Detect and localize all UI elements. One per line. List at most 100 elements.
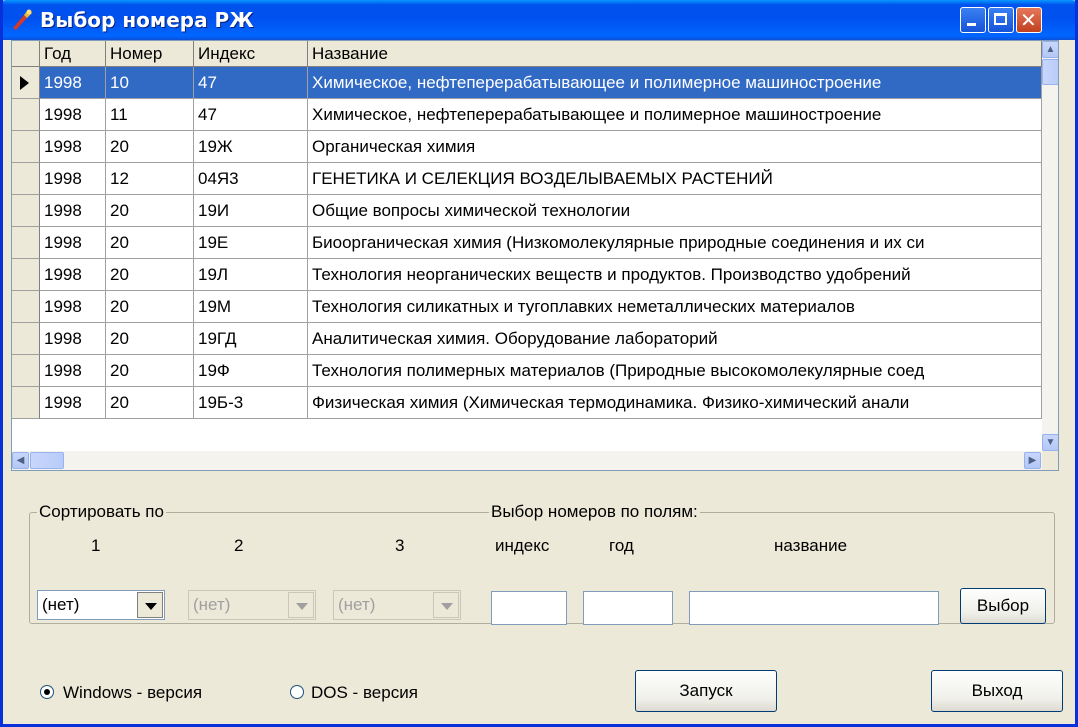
column-header-number[interactable]: Номер bbox=[106, 41, 194, 67]
row-indicator[interactable] bbox=[12, 355, 40, 387]
index-cell[interactable]: 19ГД bbox=[194, 323, 308, 355]
sort-label-2: 2 bbox=[234, 536, 244, 555]
number-cell[interactable]: 10 bbox=[106, 67, 194, 99]
row-indicator[interactable] bbox=[12, 227, 40, 259]
index-cell[interactable]: 19Е bbox=[194, 227, 308, 259]
title-cell[interactable]: Физическая химия (Химическая термодинами… bbox=[308, 387, 1042, 419]
year-cell[interactable]: 1998 bbox=[40, 387, 106, 419]
row-indicator[interactable] bbox=[12, 163, 40, 195]
dos-version-radio[interactable] bbox=[290, 685, 304, 699]
vertical-scroll-thumb[interactable] bbox=[1042, 59, 1058, 85]
row-indicator[interactable] bbox=[12, 323, 40, 355]
table-row[interactable]: 1998 20 19Е Биоорганическая химия (Низкомол… bbox=[12, 227, 1042, 259]
title-cell[interactable]: Химическое, нефтеперерабатывающее и поли… bbox=[308, 67, 1042, 99]
sort-label-3: 3 bbox=[395, 536, 405, 555]
year-cell[interactable]: 1998 bbox=[40, 323, 106, 355]
title-cell[interactable]: Технология полимерных материалов (Природ… bbox=[308, 355, 1042, 387]
year-cell[interactable]: 1998 bbox=[40, 67, 106, 99]
filter-name-input[interactable] bbox=[689, 591, 939, 625]
table-row[interactable]: 1998 20 19Ж Органическая химия bbox=[12, 131, 1042, 163]
row-indicator[interactable] bbox=[12, 387, 40, 419]
title-cell[interactable]: Технология неорганических веществ и прод… bbox=[308, 259, 1042, 291]
sort-select-1[interactable]: (нет) bbox=[37, 590, 165, 620]
exit-button[interactable]: Выход bbox=[931, 670, 1063, 712]
sort-select-2-value: (нет) bbox=[193, 595, 231, 614]
row-indicator[interactable] bbox=[12, 259, 40, 291]
year-cell[interactable]: 1998 bbox=[40, 163, 106, 195]
maximize-button[interactable] bbox=[988, 7, 1014, 33]
table-row[interactable]: 1998 12 04Я3 ГЕНЕТИКА И СЕЛЕКЦИЯ ВОЗДЕЛЫВАЕ… bbox=[12, 163, 1042, 195]
year-cell[interactable]: 1998 bbox=[40, 291, 106, 323]
title-cell[interactable]: Аналитическая химия. Оборудование лабора… bbox=[308, 323, 1042, 355]
filter-legend: Выбор номеров по полям: bbox=[489, 502, 700, 522]
row-indicator[interactable] bbox=[12, 291, 40, 323]
number-cell[interactable]: 20 bbox=[106, 195, 194, 227]
table-row[interactable]: 1998 20 19Л Технология неорганических вещес… bbox=[12, 259, 1042, 291]
title-cell[interactable]: ГЕНЕТИКА И СЕЛЕКЦИЯ ВОЗДЕЛЫВАЕМЫХ РАСТЕН… bbox=[308, 163, 1042, 195]
year-cell[interactable]: 1998 bbox=[40, 131, 106, 163]
vertical-scrollbar[interactable]: ▲ ▼ bbox=[1042, 41, 1058, 451]
scroll-up-icon[interactable]: ▲ bbox=[1042, 41, 1058, 58]
select-button[interactable]: Выбор bbox=[960, 588, 1046, 624]
index-cell[interactable]: 47 bbox=[194, 99, 308, 131]
table-row[interactable]: 1998 11 47 Химическое, нефтеперерабатывающе… bbox=[12, 99, 1042, 131]
table-row[interactable]: 1998 20 19Ф Технология полимерных материало… bbox=[12, 355, 1042, 387]
number-cell[interactable]: 20 bbox=[106, 323, 194, 355]
number-cell[interactable]: 20 bbox=[106, 227, 194, 259]
sort-select-3: (нет) bbox=[333, 590, 461, 620]
title-cell[interactable]: Биоорганическая химия (Низкомолекулярные… bbox=[308, 227, 1042, 259]
table-row[interactable]: 1998 20 19М Технология силикатных и тугопла… bbox=[12, 291, 1042, 323]
table-row[interactable]: 1998 20 19ГД Аналитическая химия. Оборудова… bbox=[12, 323, 1042, 355]
column-header-year[interactable]: Год bbox=[40, 41, 106, 67]
year-cell[interactable]: 1998 bbox=[40, 227, 106, 259]
scroll-left-icon[interactable]: ◀ bbox=[12, 452, 29, 469]
title-cell[interactable]: Технология силикатных и тугоплавких неме… bbox=[308, 291, 1042, 323]
index-cell[interactable]: 47 bbox=[194, 67, 308, 99]
dos-version-label[interactable]: DOS - версия bbox=[311, 683, 418, 703]
scroll-right-icon[interactable]: ▶ bbox=[1024, 452, 1041, 469]
windows-version-label[interactable]: Windows - версия bbox=[63, 683, 202, 703]
journal-issues-grid[interactable]: Год Номер Индекс Название 1998 10 47 Химиче… bbox=[11, 40, 1059, 471]
row-indicator[interactable] bbox=[12, 67, 40, 99]
column-header-title[interactable]: Название bbox=[308, 41, 1042, 67]
number-cell[interactable]: 20 bbox=[106, 131, 194, 163]
number-cell[interactable]: 20 bbox=[106, 259, 194, 291]
index-cell[interactable]: 19Ф bbox=[194, 355, 308, 387]
close-button[interactable]: ✕ bbox=[1016, 7, 1042, 33]
horizontal-scroll-thumb[interactable] bbox=[30, 452, 64, 469]
row-indicator[interactable] bbox=[12, 131, 40, 163]
number-cell[interactable]: 20 bbox=[106, 387, 194, 419]
number-cell[interactable]: 20 bbox=[106, 291, 194, 323]
index-cell[interactable]: 19М bbox=[194, 291, 308, 323]
year-cell[interactable]: 1998 bbox=[40, 99, 106, 131]
title-cell[interactable]: Химическое, нефтеперерабатывающее и поли… bbox=[308, 99, 1042, 131]
title-cell[interactable]: Органическая химия bbox=[308, 131, 1042, 163]
index-cell[interactable]: 19Ж bbox=[194, 131, 308, 163]
windows-version-radio[interactable] bbox=[40, 685, 54, 699]
table-row[interactable]: 1998 10 47 Химическое, нефтеперерабатывающе… bbox=[12, 67, 1042, 99]
index-cell[interactable]: 19Б-3 bbox=[194, 387, 308, 419]
row-indicator[interactable] bbox=[12, 195, 40, 227]
filter-year-input[interactable] bbox=[583, 591, 673, 625]
title-cell[interactable]: Общие вопросы химической технологии bbox=[308, 195, 1042, 227]
title-bar[interactable]: Выбор номера РЖ ✕ bbox=[3, 0, 1075, 40]
row-indicator[interactable] bbox=[12, 99, 40, 131]
year-cell[interactable]: 1998 bbox=[40, 355, 106, 387]
year-cell[interactable]: 1998 bbox=[40, 195, 106, 227]
index-cell[interactable]: 04Я3 bbox=[194, 163, 308, 195]
number-cell[interactable]: 11 bbox=[106, 99, 194, 131]
year-cell[interactable]: 1998 bbox=[40, 259, 106, 291]
index-cell[interactable]: 19И bbox=[194, 195, 308, 227]
table-row[interactable]: 1998 20 19Б-3 Физическая химия (Химическая … bbox=[12, 387, 1042, 419]
minimize-button[interactable] bbox=[960, 7, 986, 33]
index-cell[interactable]: 19Л bbox=[194, 259, 308, 291]
column-header-index[interactable]: Индекс bbox=[194, 41, 308, 67]
filter-index-input[interactable] bbox=[491, 591, 567, 625]
scroll-down-icon[interactable]: ▼ bbox=[1042, 434, 1058, 451]
horizontal-scrollbar[interactable]: ◀ ▶ bbox=[12, 451, 1042, 470]
run-button[interactable]: Запуск bbox=[635, 670, 777, 712]
number-cell[interactable]: 12 bbox=[106, 163, 194, 195]
number-cell[interactable]: 20 bbox=[106, 355, 194, 387]
table-row[interactable]: 1998 20 19И Общие вопросы химической технол… bbox=[12, 195, 1042, 227]
chevron-down-icon[interactable] bbox=[137, 592, 163, 618]
